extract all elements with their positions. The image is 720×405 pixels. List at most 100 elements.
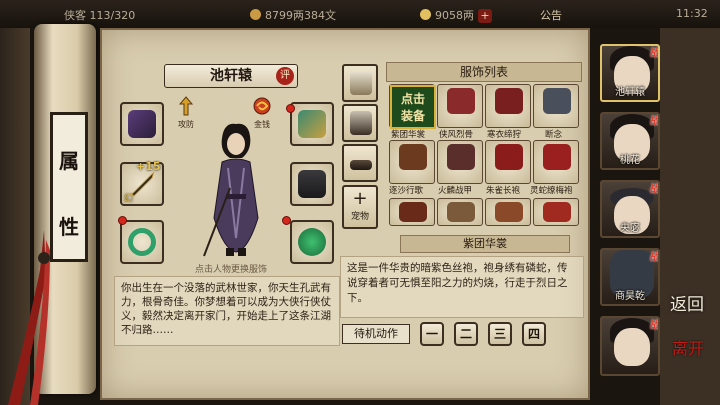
costume-name: 逐沙行歌 (389, 186, 424, 196)
plaque-char-1: 属 (59, 149, 79, 173)
costume-icon (447, 144, 475, 170)
tab-belt[interactable] (342, 144, 378, 182)
costume-icon (543, 144, 571, 170)
costume-name: 灵蛇缭梅袍 (530, 186, 573, 196)
costume-icon (543, 202, 571, 222)
jade-bracelet-icon (128, 228, 156, 256)
hat-icon (350, 111, 372, 135)
roster-member-2[interactable]: 战 桃花 (600, 112, 660, 170)
tab-hat[interactable] (342, 104, 378, 142)
robe-icon (350, 71, 372, 95)
costume-item[interactable] (389, 140, 435, 184)
gold-coin-icon (420, 9, 431, 20)
attributes-plaque: 属 性 (50, 112, 88, 262)
costume-icon (543, 88, 571, 114)
costume-item[interactable]: 点击 装备 (389, 84, 436, 129)
costume-list-title: 服饰列表 (386, 62, 582, 82)
weapon-level: +15 (136, 160, 161, 173)
plus-icon: + (352, 188, 368, 209)
add-gold-button[interactable]: + (478, 9, 492, 23)
costume-item[interactable] (437, 84, 483, 128)
roster-member-1[interactable]: 战 池轩辕 (600, 44, 660, 102)
silver-display: 8799两384文 (250, 7, 336, 23)
character-figure[interactable] (200, 118, 272, 258)
costume-icon (447, 202, 475, 222)
roster-name: 池轩辕 (615, 87, 645, 98)
weapon-grade: 幻 (124, 194, 134, 204)
notification-dot (282, 216, 291, 225)
idle-action-3-button[interactable]: 三 (488, 322, 512, 346)
character-bio: 你出生在一个没落的武林世家，你天生孔武有力，根骨奇佳。你梦想着可以成为大侠行侠仗… (114, 276, 340, 346)
costume-item[interactable] (437, 140, 483, 184)
costume-item[interactable] (389, 198, 435, 226)
costume-description: 这是一件华贵的暗紫色丝袍，袍身绣有磷蛇，传说穿着者可无惧至阳之力的灼烧，行走于烈… (340, 256, 584, 318)
roster-member-4[interactable]: 战 商昊乾 (600, 248, 660, 306)
roster-name: 桃花 (620, 155, 640, 166)
costume-item[interactable] (485, 198, 531, 226)
arrows-icon (178, 96, 194, 116)
costume-name: 断念 (545, 130, 563, 140)
roster-name: 商昊乾 (615, 291, 645, 302)
battle-tag: 战 (650, 48, 660, 59)
notification-dot (286, 104, 295, 113)
tab-pet[interactable]: + 宠物 (342, 185, 378, 229)
purple-gloves-icon (128, 110, 156, 138)
equip-slot-helmet[interactable] (290, 102, 334, 146)
costume-name: 火麟战甲 (438, 186, 473, 196)
announcement-button[interactable]: 公告 (540, 7, 562, 23)
costume-item[interactable] (437, 198, 483, 226)
equip-label-line2: 装备 (400, 109, 425, 123)
costume-grid: 点击 装备 紫团华裳 侠风烈骨 寒衣缔狩 断念 逐沙行歌 火麟战甲 朱雀长袍 灵… (389, 84, 581, 226)
costume-name: 侠风烈骨 (439, 130, 474, 140)
back-button[interactable]: 返回 (662, 296, 712, 336)
gold-amount: 9058两 (435, 9, 474, 22)
portrait-face (614, 328, 650, 366)
equip-slot-amulet[interactable] (290, 220, 334, 264)
evaluate-button[interactable]: 评 (276, 67, 294, 85)
costume-icon (495, 202, 523, 222)
costume-icon (495, 144, 523, 170)
costume-item[interactable] (533, 84, 579, 128)
costume-item[interactable] (533, 198, 579, 226)
pet-label: 宠物 (350, 212, 369, 222)
top-status-bar: 侠客 113/320 8799两384文 9058两 + 公告 11:32 (0, 0, 720, 28)
equip-slot-weapon[interactable]: +15 幻 (120, 160, 164, 206)
costume-description-title: 紫团华裳 (400, 235, 570, 253)
costume-item[interactable] (485, 84, 531, 128)
idle-action-1-button[interactable]: 一 (420, 322, 444, 346)
tab-costume[interactable] (342, 64, 378, 102)
battle-tag: 战 (650, 320, 660, 331)
equip-slot-ring[interactable] (120, 220, 164, 264)
roster-member-5[interactable]: 战 (600, 316, 660, 376)
equip-label-line1: 点击 (400, 92, 425, 106)
plaque-char-2: 性 (59, 215, 79, 239)
roster-member-3[interactable]: 战 央宓 (600, 180, 660, 238)
bag-label: 侠客 (64, 9, 86, 22)
attack-defense-button[interactable]: 攻防 (174, 96, 198, 130)
costume-icon (399, 144, 427, 170)
roster-name: 央宓 (620, 223, 640, 234)
equip-slot-armor[interactable] (290, 162, 334, 206)
costume-icon (495, 88, 523, 114)
idle-action-label: 待机动作 (342, 324, 410, 344)
click-equip-button[interactable]: 点击 装备 (390, 85, 436, 129)
costume-item[interactable] (485, 140, 531, 184)
helmet-icon (298, 110, 326, 138)
battle-tag: 战 (650, 252, 660, 263)
battle-tag: 战 (650, 116, 660, 127)
leave-button[interactable]: 离开 (664, 340, 712, 380)
battle-tag: 战 (650, 184, 660, 195)
silver-coin-icon (250, 9, 261, 20)
costume-icon (447, 88, 475, 114)
idle-action-2-button[interactable]: 二 (454, 322, 478, 346)
bag-count: 113/320 (89, 9, 136, 22)
gold-display: 9058两 + (420, 7, 492, 23)
equip-slot-gloves[interactable] (120, 102, 164, 146)
stat-label: 攻防 (178, 120, 194, 129)
idle-action-4-button[interactable]: 四 (522, 322, 546, 346)
change-outfit-hint: 点击人物更换服饰 (194, 265, 267, 275)
notification-dot (118, 216, 127, 225)
clock: 11:32 (676, 7, 708, 20)
jade-pendant-icon (298, 228, 326, 256)
costume-item[interactable] (533, 140, 579, 184)
